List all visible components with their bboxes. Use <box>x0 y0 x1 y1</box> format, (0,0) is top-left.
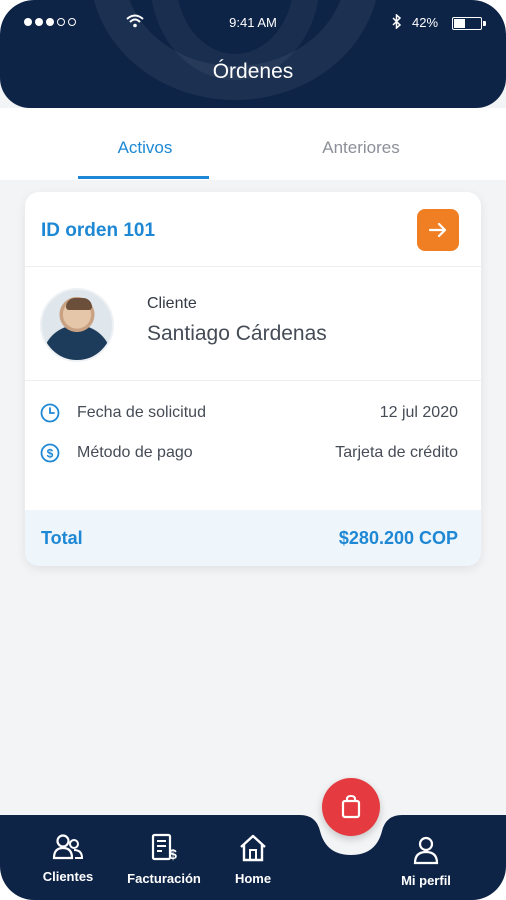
date-value: 12 jul 2020 <box>379 404 458 421</box>
active-tab-indicator <box>78 176 209 179</box>
status-bar: 9:41 AM 42% <box>0 12 506 36</box>
order-card[interactable]: ID orden 101 Cliente Santiago Cárdenas F… <box>25 192 481 566</box>
arrow-right-icon <box>429 222 447 238</box>
home-icon <box>240 834 266 862</box>
shopping-bag-icon <box>341 795 361 819</box>
tab-anteriores[interactable]: Anteriores <box>296 138 426 158</box>
bluetooth-icon <box>392 13 402 32</box>
header: 9:41 AM 42% Órdenes <box>0 0 506 108</box>
client-name: Santiago Cárdenas <box>147 322 327 345</box>
nav-label: Mi perfil <box>401 873 451 888</box>
divider <box>25 380 481 381</box>
divider <box>25 266 481 267</box>
dollar-icon: $ <box>40 443 60 468</box>
svg-text:$: $ <box>47 447 54 461</box>
profile-icon <box>413 836 439 865</box>
nav-label: Clientes <box>42 869 94 884</box>
open-order-button[interactable] <box>417 209 459 251</box>
payment-row: $ Método de pago Tarjeta de crédito <box>25 441 481 467</box>
total-value: $280.200 COP <box>338 528 458 548</box>
users-icon <box>52 834 84 860</box>
svg-text:$: $ <box>169 846 177 862</box>
bottom-nav: Clientes $ Facturación Home Mi perfil <box>0 815 506 900</box>
tab-activos[interactable]: Activos <box>80 138 210 158</box>
invoice-icon: $ <box>151 833 177 862</box>
nav-label: Home <box>234 871 272 886</box>
client-label: Cliente <box>147 295 197 312</box>
battery-icon <box>452 17 482 30</box>
date-row: Fecha de solicitud 12 jul 2020 <box>25 401 481 427</box>
order-id: ID orden 101 <box>41 220 156 241</box>
cart-fab-button[interactable] <box>322 778 380 836</box>
date-label: Fecha de solicitud <box>77 404 206 421</box>
nav-clientes[interactable]: Clientes <box>23 833 113 884</box>
battery-percentage: 42% <box>412 15 439 30</box>
nav-label: Facturación <box>127 871 201 886</box>
nav-facturacion[interactable]: $ Facturación <box>119 833 209 886</box>
payment-value: Tarjeta de crédito <box>335 444 458 461</box>
page-title: Órdenes <box>212 60 294 83</box>
app-screen: 9:41 AM 42% Órdenes Activos Anteriores I… <box>0 0 506 900</box>
payment-label: Método de pago <box>77 444 193 461</box>
total-label: Total <box>41 528 83 548</box>
nav-mi-perfil[interactable]: Mi perfil <box>381 835 471 888</box>
clock-icon <box>40 403 60 428</box>
total-bar: Total $280.200 COP <box>25 510 481 566</box>
nav-home[interactable]: Home <box>208 833 298 886</box>
avatar <box>40 288 114 362</box>
tab-bar: Activos Anteriores <box>0 108 506 180</box>
